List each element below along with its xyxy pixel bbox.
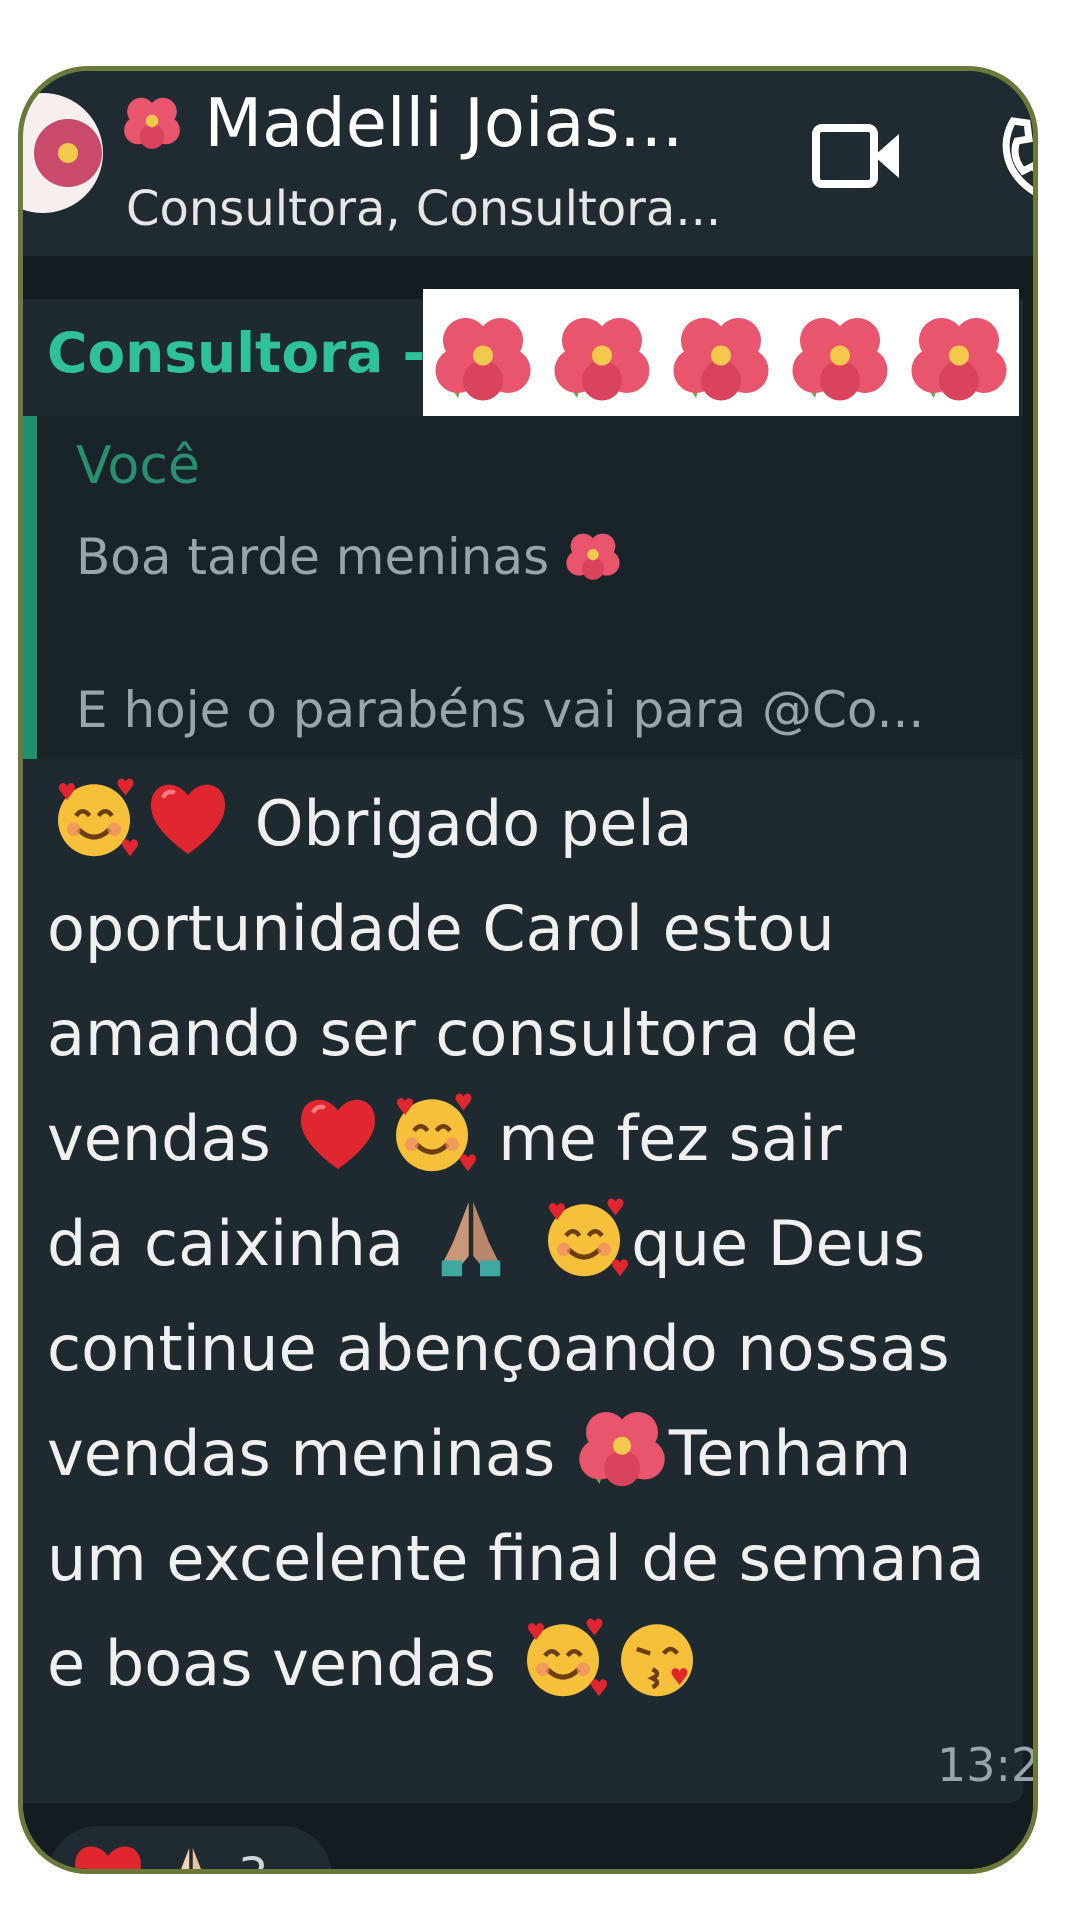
quote-text-line: Boa tarde meninas [76, 528, 621, 586]
quoted-message[interactable]: Você Boa tarde meninas E hoje o parabéns… [23, 416, 1023, 759]
message-line: e boas vendas [47, 1611, 1007, 1716]
group-avatar[interactable] [23, 93, 103, 213]
group-title[interactable]: Madelli Joias... [121, 71, 683, 175]
hibiscus-icon [124, 97, 180, 149]
message-line: um excelente final de semana [47, 1506, 1007, 1611]
hibiscus-icon [792, 318, 888, 401]
smiling-hearts-icon [548, 1198, 629, 1277]
sender-name[interactable]: Consultora - [47, 321, 425, 385]
red-heart-icon [150, 784, 226, 854]
hibiscus-icon [579, 1412, 665, 1487]
chat-header[interactable]: Madelli Joias... Consultora, Consultora.… [23, 71, 1033, 256]
quote-author: Você [76, 436, 200, 496]
reaction-count: 3 [238, 1848, 269, 1869]
smiling-hearts-icon [526, 1618, 607, 1697]
message-line: continue abençoando nossas [47, 1296, 1007, 1401]
hibiscus-icon [435, 318, 531, 401]
message-line: vendas meninas Tenham [47, 1401, 1007, 1506]
message-text-segment: Tenham [668, 1417, 912, 1490]
quote-bar [23, 416, 37, 759]
message-text-segment: e boas vendas [47, 1627, 516, 1700]
message-text-segment: da caixinha [47, 1207, 424, 1280]
smiling-hearts-icon [395, 1093, 476, 1172]
reactions-pill[interactable]: 3 [45, 1823, 335, 1869]
message-text-segment: continue abençoando nossas [47, 1312, 950, 1385]
folded-hands-icon [441, 1202, 500, 1277]
smiling-hearts-icon [58, 778, 138, 857]
message-text-segment: me fez sair [478, 1102, 842, 1175]
message-text-segment [518, 1207, 538, 1280]
message-text-segment: vendas meninas [47, 1417, 575, 1490]
message-text-segment: um excelente final de semana [47, 1522, 985, 1595]
message-text-segment: amando ser consultora de [47, 997, 859, 1070]
red-heart-icon [300, 1099, 375, 1169]
hibiscus-icon [911, 318, 1007, 401]
hibiscus-icon [673, 318, 769, 401]
message-time: 13:2 [937, 1738, 1038, 1792]
message-line: da caixinha que Deus [47, 1191, 1007, 1296]
hibiscus-icon [34, 119, 102, 187]
red-heart-icon [75, 1846, 141, 1869]
sender-decoration [423, 289, 1019, 427]
folded-hands-icon [181, 1848, 201, 1869]
message-text-segment: Obrigado pela [235, 787, 693, 860]
message-text-segment: que Deus [631, 1207, 926, 1280]
message-text-segment: vendas [47, 1102, 291, 1175]
message-line: Obrigado pela [47, 771, 1007, 876]
message-text: Obrigado pela oportunidade Carol estou ama… [47, 771, 1007, 1716]
message-text-segment: oportunidade Carol estou [47, 892, 835, 965]
hibiscus-icon [554, 318, 650, 401]
group-name: Madelli Joias... [204, 84, 684, 162]
message-line: amando ser consultora de [47, 981, 1007, 1086]
quote-text-line: E hoje o parabéns vai para @Co... [76, 681, 925, 739]
kissing-face-icon [620, 1624, 693, 1697]
message-line: oportunidade Carol estou [47, 876, 1007, 981]
video-call-icon[interactable] [811, 116, 901, 196]
voice-call-icon[interactable] [993, 111, 1038, 201]
group-participants: Consultora, Consultora... [126, 181, 722, 237]
phone-screenshot-frame: Madelli Joias... Consultora, Consultora.… [18, 66, 1038, 1874]
message-line: vendas me fez sair [47, 1086, 1007, 1191]
quote-text: Boa tarde meninas [76, 528, 550, 586]
hibiscus-icon [566, 533, 620, 580]
